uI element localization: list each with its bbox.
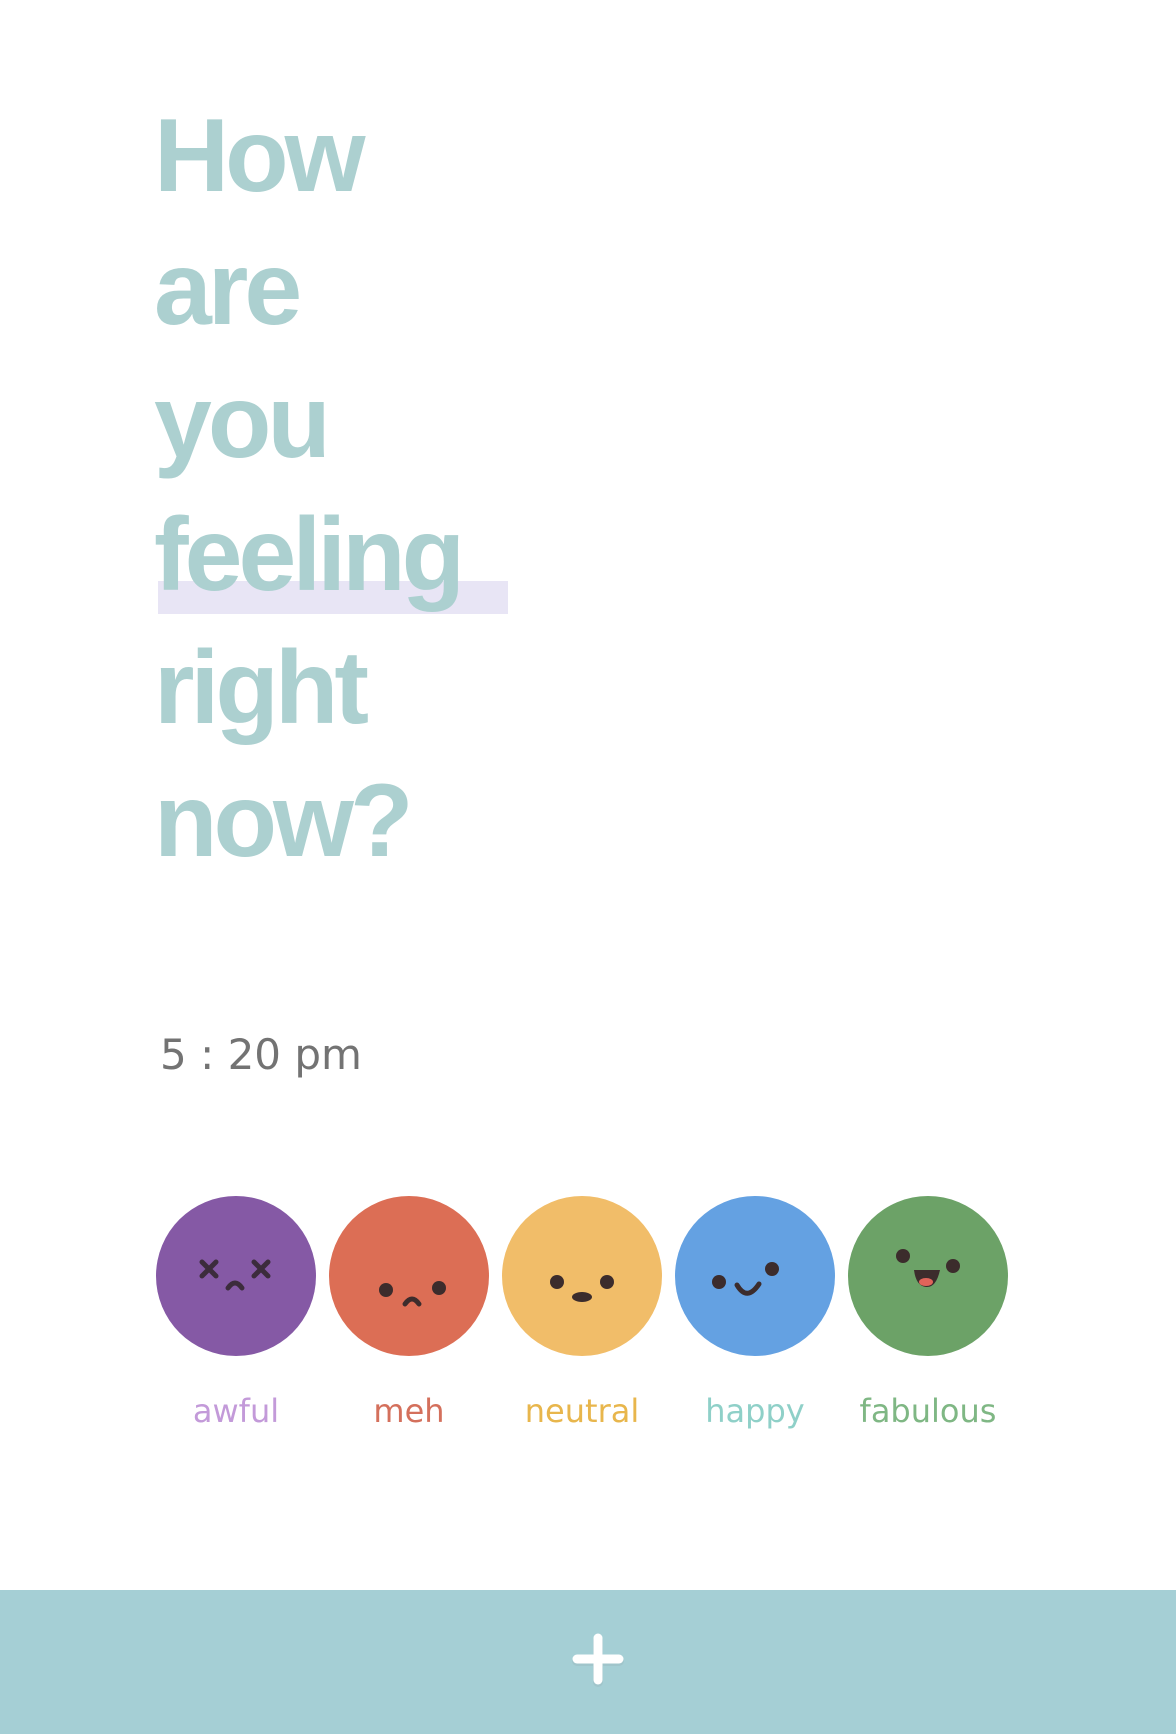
title-word-how: How bbox=[154, 98, 366, 214]
bottom-bar bbox=[0, 1590, 1176, 1734]
page-title: How are you feeling right now? bbox=[154, 90, 508, 888]
mood-label: happy bbox=[705, 1392, 805, 1430]
title-word-feeling: feeling bbox=[154, 489, 508, 622]
mood-option-meh[interactable]: meh bbox=[329, 1196, 489, 1436]
title-word-are: are bbox=[154, 231, 302, 347]
title-word-right: right bbox=[154, 630, 369, 746]
frown-face-icon bbox=[329, 1196, 489, 1356]
mood-option-awful[interactable]: awful bbox=[156, 1196, 316, 1436]
title-word-now: now? bbox=[154, 763, 413, 879]
mood-check-screen: How are you feeling right now? 5 : 20 pm bbox=[0, 0, 1176, 1734]
mood-option-happy[interactable]: happy bbox=[675, 1196, 835, 1436]
dead-face-icon bbox=[156, 1196, 316, 1356]
smile-face-icon bbox=[675, 1196, 835, 1356]
grin-face-icon bbox=[848, 1196, 1008, 1356]
mood-label: neutral bbox=[524, 1392, 640, 1430]
mood-label: fabulous bbox=[859, 1392, 997, 1430]
mood-label: meh bbox=[373, 1392, 445, 1430]
neutral-face-icon bbox=[502, 1196, 662, 1356]
mood-option-fabulous[interactable]: fabulous bbox=[848, 1196, 1008, 1436]
title-word-feeling-text: feeling bbox=[154, 497, 465, 613]
time-display[interactable]: 5 : 20 pm bbox=[160, 1030, 362, 1079]
plus-icon bbox=[572, 1633, 624, 1687]
title-word-you: you bbox=[154, 364, 331, 480]
mood-option-neutral[interactable]: neutral bbox=[502, 1196, 662, 1436]
mood-label: awful bbox=[192, 1392, 280, 1430]
mood-selector: awful meh neutral happy fabulous bbox=[156, 1196, 1056, 1446]
add-button[interactable] bbox=[558, 1620, 638, 1700]
